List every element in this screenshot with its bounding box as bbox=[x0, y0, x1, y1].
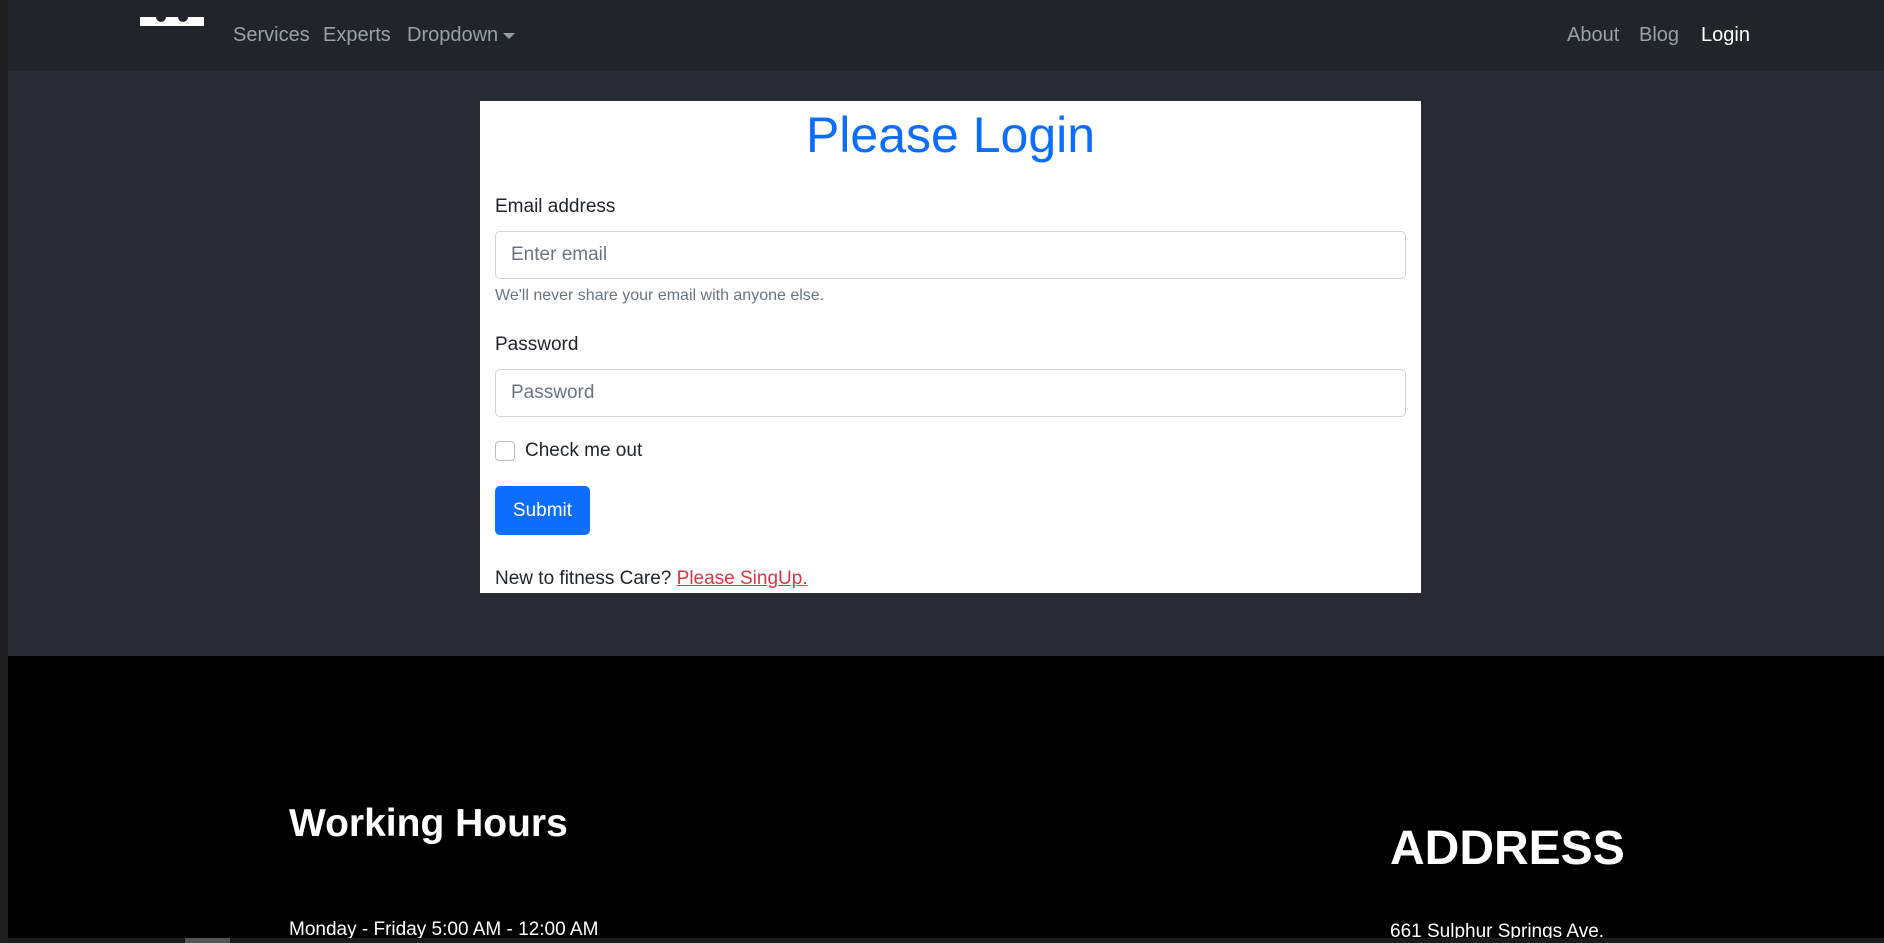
nav-item-dropdown-label: Dropdown bbox=[407, 24, 499, 46]
horizontal-scrollbar[interactable] bbox=[8, 938, 1884, 943]
email-help-text: We'll never share your email with anyone… bbox=[495, 287, 825, 304]
email-label: Email address bbox=[495, 196, 616, 217]
brand-logo[interactable] bbox=[140, 17, 204, 26]
nav-item-experts[interactable]: Experts bbox=[323, 22, 391, 48]
password-label: Password bbox=[495, 334, 579, 355]
nav-item-blog[interactable]: Blog bbox=[1639, 22, 1679, 48]
email-field[interactable] bbox=[495, 231, 1406, 279]
submit-button[interactable]: Submit bbox=[495, 486, 590, 535]
working-hours-title: Working Hours bbox=[289, 802, 568, 845]
nav-item-login[interactable]: Login bbox=[1701, 22, 1750, 48]
page: Services Experts Dropdown About Blog Log… bbox=[8, 0, 1884, 943]
address-title: ADDRESS bbox=[1390, 822, 1625, 875]
nav-item-about[interactable]: About bbox=[1567, 22, 1619, 48]
page-title: Please Login bbox=[805, 107, 1096, 163]
login-card: Please Login Email address We'll never s… bbox=[480, 101, 1421, 593]
signup-link[interactable]: Please SingUp. bbox=[677, 568, 808, 589]
footer: Working Hours Monday - Friday 5:00 AM - … bbox=[8, 656, 1884, 943]
nav-item-dropdown[interactable]: Dropdown bbox=[407, 22, 516, 48]
scrollbar-thumb[interactable] bbox=[185, 938, 230, 943]
signup-prompt-text: New to fitness Care? bbox=[495, 568, 672, 589]
navbar: Services Experts Dropdown About Blog Log… bbox=[8, 0, 1884, 71]
signup-prompt: New to fitness Care? Please SingUp. bbox=[495, 567, 808, 591]
chevron-down-icon bbox=[503, 32, 516, 39]
check-me-out-label[interactable]: Check me out bbox=[525, 439, 642, 463]
nav-item-services[interactable]: Services bbox=[233, 22, 310, 48]
check-me-out-checkbox[interactable] bbox=[495, 441, 515, 461]
password-field[interactable] bbox=[495, 369, 1406, 417]
